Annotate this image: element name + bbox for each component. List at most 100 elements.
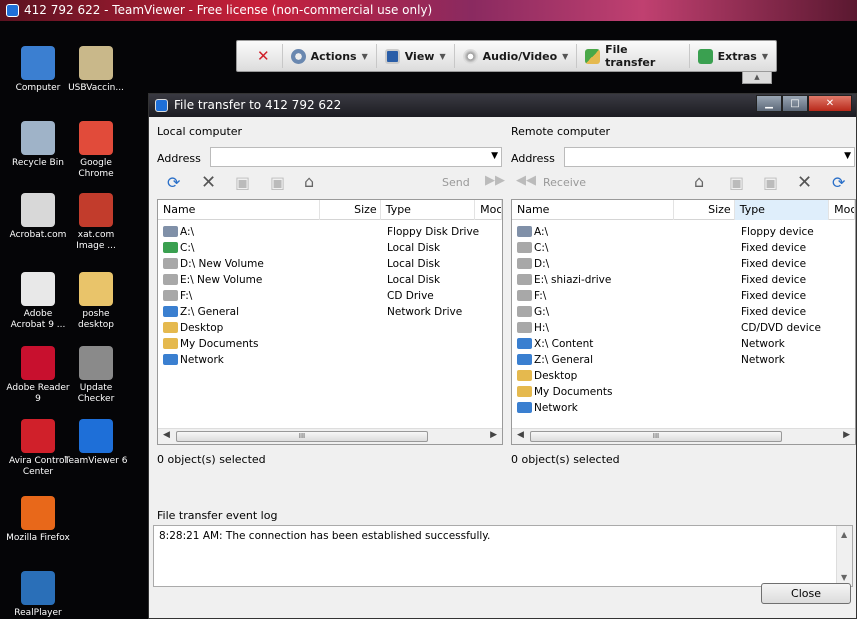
- local-col-size[interactable]: Size: [320, 200, 381, 220]
- disk-icon: [163, 274, 178, 285]
- syringe-icon: [79, 46, 113, 80]
- view-menu[interactable]: View ▼: [377, 44, 455, 68]
- desktop-shortcut[interactable]: Adobe Reader 9: [6, 346, 70, 405]
- receive-label[interactable]: Receive: [543, 176, 586, 189]
- close-session-button[interactable]: ✕: [245, 44, 283, 68]
- windows-disk-icon: [163, 242, 178, 253]
- file-type: Floppy device: [741, 226, 814, 238]
- refresh-icon[interactable]: ⟳: [167, 173, 180, 192]
- file-row[interactable]: A:\ Floppy device: [512, 224, 855, 240]
- file-row[interactable]: D:\ New Volume Local Disk: [158, 256, 502, 272]
- desktop-shortcut[interactable]: USBVaccin...: [64, 46, 128, 94]
- maximize-button[interactable]: □: [782, 95, 808, 112]
- local-horizontal-scrollbar[interactable]: ◀ III ▶: [158, 428, 502, 444]
- file-row[interactable]: G:\ Fixed device: [512, 304, 855, 320]
- view-label: View: [404, 49, 435, 63]
- rename-icon[interactable]: ▣: [729, 173, 744, 192]
- rename-icon[interactable]: ▣: [270, 173, 285, 192]
- local-col-modified[interactable]: Moc: [475, 200, 502, 220]
- file-name: G:\: [534, 306, 550, 318]
- scroll-thumb[interactable]: III: [176, 431, 428, 442]
- send-label[interactable]: Send: [442, 176, 470, 189]
- actions-label: Actions: [310, 49, 357, 63]
- desktop-shortcut[interactable]: poshe desktop: [64, 272, 128, 331]
- file-type: Fixed device: [741, 258, 807, 270]
- file-name: My Documents: [180, 338, 259, 350]
- audio-video-menu[interactable]: Audio/Video ▼: [455, 44, 578, 68]
- file-row[interactable]: Network: [158, 352, 502, 368]
- local-address-field[interactable]: ▼: [210, 147, 502, 167]
- file-row[interactable]: C:\ Local Disk: [158, 240, 502, 256]
- desktop-shortcut[interactable]: Acrobat.com: [6, 193, 70, 241]
- file-row[interactable]: Desktop: [512, 368, 855, 384]
- chevron-down-icon: ▼: [361, 51, 368, 61]
- file-type: Fixed device: [741, 274, 807, 286]
- send-arrow-icon[interactable]: ▶▶: [485, 173, 505, 188]
- scroll-thumb[interactable]: III: [530, 431, 782, 442]
- file-row[interactable]: My Documents: [158, 336, 502, 352]
- remote-computer-label: Remote computer: [511, 125, 610, 138]
- remote-address-label: Address: [511, 152, 555, 165]
- desktop-shortcut[interactable]: xat.com Image ...: [64, 193, 128, 252]
- desktop-shortcut[interactable]: Recycle Bin: [6, 121, 70, 169]
- remote-col-name[interactable]: Name: [512, 200, 675, 220]
- file-row[interactable]: E:\ shiazi-drive Fixed device: [512, 272, 855, 288]
- file-row[interactable]: H:\ CD/DVD device: [512, 320, 855, 336]
- remote-col-type[interactable]: Type: [734, 200, 830, 220]
- desktop-shortcut-label: Update Checker: [77, 383, 115, 404]
- desktop-shortcut[interactable]: Adobe Acrobat 9 ...: [6, 272, 70, 331]
- desktop-shortcut[interactable]: Computer: [6, 46, 70, 94]
- file-row[interactable]: Z:\ General Network: [512, 352, 855, 368]
- file-row[interactable]: F:\ CD Drive: [158, 288, 502, 304]
- file-row[interactable]: A:\ Floppy Disk Drive: [158, 224, 502, 240]
- minimize-button[interactable]: ▁: [756, 95, 782, 112]
- home-icon[interactable]: ⌂: [304, 172, 314, 191]
- file-row[interactable]: Network: [512, 400, 855, 416]
- desktop-shortcut[interactable]: Google Chrome: [64, 121, 128, 180]
- disk-icon: [517, 274, 532, 285]
- delete-icon[interactable]: ✕: [797, 172, 812, 193]
- remote-horizontal-scrollbar[interactable]: ◀ III ▶: [512, 428, 855, 444]
- event-log: 8:28:21 AM: The connection has been esta…: [153, 525, 853, 587]
- local-col-type[interactable]: Type: [381, 200, 476, 220]
- new-folder-icon[interactable]: ▣: [235, 173, 250, 192]
- refresh-icon[interactable]: ⟳: [832, 173, 845, 192]
- file-transfer-button[interactable]: File transfer: [577, 43, 690, 69]
- delete-icon[interactable]: ✕: [201, 172, 216, 193]
- home-icon[interactable]: ⌂: [694, 172, 704, 191]
- window-close-button[interactable]: ✕: [808, 95, 852, 112]
- file-row[interactable]: C:\ Fixed device: [512, 240, 855, 256]
- receive-arrow-icon[interactable]: ◀◀: [516, 173, 536, 188]
- adobe-reader-icon: [21, 346, 55, 380]
- remote-address-field[interactable]: ▼: [564, 147, 855, 167]
- remote-col-modified[interactable]: Moc: [829, 200, 855, 220]
- desktop-shortcut[interactable]: Update Checker: [64, 346, 128, 405]
- network-icon: [163, 354, 178, 365]
- file-row[interactable]: E:\ New Volume Local Disk: [158, 272, 502, 288]
- close-button[interactable]: Close: [761, 583, 851, 604]
- actions-menu[interactable]: Actions ▼: [283, 44, 377, 68]
- local-col-name[interactable]: Name: [158, 200, 321, 220]
- desktop-shortcut[interactable]: RealPlayer: [6, 571, 70, 619]
- desktop-shortcut-label: Avira Control Center: [8, 456, 68, 477]
- scroll-left-icon: ◀: [517, 430, 524, 440]
- extras-menu[interactable]: Extras ▼: [690, 44, 776, 68]
- file-row[interactable]: Desktop: [158, 320, 502, 336]
- desktop-shortcut[interactable]: Mozilla Firefox: [6, 496, 70, 544]
- desktop-shortcut[interactable]: Avira Control Center: [6, 419, 70, 478]
- network-icon: [517, 402, 532, 413]
- file-row[interactable]: X:\ Content Network: [512, 336, 855, 352]
- event-log-scrollbar[interactable]: ▲ ▼: [836, 526, 852, 586]
- desktop-shortcut[interactable]: TeamViewer 6: [64, 419, 128, 467]
- toolbar-collapse-tab[interactable]: ▲: [742, 72, 772, 84]
- scroll-left-icon: ◀: [163, 430, 170, 440]
- remote-col-size[interactable]: Size: [674, 200, 735, 220]
- new-folder-icon[interactable]: ▣: [763, 173, 778, 192]
- file-row[interactable]: My Documents: [512, 384, 855, 400]
- teamviewer-title-bar: 412 792 622 - TeamViewer - Free license …: [0, 0, 857, 21]
- local-file-list: Name Size Type Moc A:\ Floppy Disk Drive C…: [157, 199, 503, 445]
- file-row[interactable]: D:\ Fixed device: [512, 256, 855, 272]
- file-row[interactable]: Z:\ General Network Drive: [158, 304, 502, 320]
- desktop-shortcut-label: TeamViewer 6: [64, 456, 128, 466]
- file-row[interactable]: F:\ Fixed device: [512, 288, 855, 304]
